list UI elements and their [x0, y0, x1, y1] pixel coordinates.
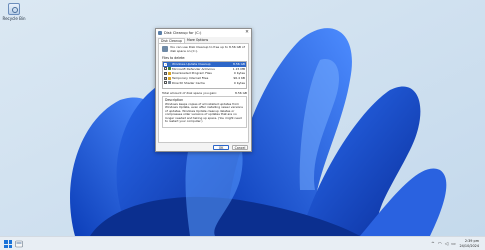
drive-icon: [162, 46, 168, 52]
total-value: 8.56 GB: [234, 91, 247, 95]
clock-date: 24/10/2024: [459, 244, 479, 248]
file-name: Downloaded Program Files: [172, 71, 212, 76]
files-to-delete-label: Files to delete:: [162, 56, 186, 60]
file-row[interactable]: ✓ Temporary Internet Files 96.4 KB: [163, 76, 246, 81]
recycle-bin-icon: [8, 3, 20, 15]
description-group: Description Windows keeps copies of all …: [162, 96, 247, 128]
disk-cleanup-icon: [158, 31, 162, 35]
file-size: 0 bytes: [233, 71, 245, 76]
system-tray: ^ ◠ ◁ ▭ 2:39 pm 24/10/2024: [428, 238, 479, 250]
file-name: DirectX Shader Cache: [172, 80, 205, 85]
ok-button[interactable]: OK: [213, 145, 229, 150]
file-row[interactable]: ✓ Windows Update Cleanup 8.56 GB: [163, 62, 246, 67]
file-name: Windows Update Cleanup: [172, 62, 211, 67]
file-size: 0 bytes: [233, 80, 245, 85]
total-label: Total amount of disk space you gain:: [162, 91, 218, 95]
chevron-up-icon[interactable]: ^: [431, 242, 435, 247]
description-text: Windows keeps copies of all installed up…: [165, 102, 243, 124]
close-button[interactable]: ✕: [243, 29, 251, 37]
file-checkbox[interactable]: ✓: [164, 62, 167, 66]
file-checkbox[interactable]: ✓: [164, 76, 167, 80]
file-type-icon: [168, 71, 171, 75]
file-row[interactable]: DirectX Shader Cache 0 bytes: [163, 80, 246, 85]
battery-icon[interactable]: ▭: [451, 242, 455, 247]
desktop-icon-recycle-bin[interactable]: Recycle Bin: [2, 3, 26, 21]
volume-icon[interactable]: ◁: [445, 242, 448, 247]
dialog-title: Disk Cleanup for (C:): [164, 31, 202, 35]
taskbar-app-icon[interactable]: [15, 240, 23, 248]
cancel-button[interactable]: Cancel: [232, 145, 248, 150]
dialog-titlebar[interactable]: Disk Cleanup for (C:) ✕: [156, 29, 251, 37]
file-checkbox[interactable]: [164, 81, 167, 85]
intro-section: You can use Disk Cleanup to free up to 8…: [162, 45, 247, 53]
desktop-icon-label: Recycle Bin: [2, 16, 26, 21]
files-list[interactable]: ✓ Windows Update Cleanup 8.56 GB Microsoft …: [162, 61, 247, 89]
file-type-icon: [168, 62, 171, 66]
file-name: Temporary Internet Files: [172, 76, 209, 81]
file-type-icon: [168, 76, 171, 80]
file-size: 96.4 KB: [233, 76, 245, 81]
tab-panel: You can use Disk Cleanup to free up to 8…: [158, 43, 249, 143]
total-space-row: Total amount of disk space you gain: 8.5…: [162, 91, 247, 95]
taskbar: ^ ◠ ◁ ▭ 2:39 pm 24/10/2024: [0, 236, 485, 250]
file-row[interactable]: Microsoft Defender Antivirus 1.15 MB: [163, 67, 246, 72]
file-row[interactable]: ✓ Downloaded Program Files 0 bytes: [163, 71, 246, 76]
file-checkbox[interactable]: [164, 67, 167, 71]
file-size: 8.56 GB: [232, 62, 245, 67]
file-size: 1.15 MB: [232, 66, 245, 71]
file-type-icon: [168, 81, 171, 85]
network-icon[interactable]: ◠: [438, 242, 442, 247]
clock[interactable]: 2:39 pm 24/10/2024: [459, 239, 479, 248]
file-checkbox[interactable]: ✓: [164, 71, 167, 75]
file-type-icon: [168, 67, 171, 71]
disk-cleanup-dialog: Disk Cleanup for (C:) ✕ Disk Cleanup Mor…: [155, 28, 252, 152]
file-name: Microsoft Defender Antivirus: [172, 66, 215, 71]
start-button[interactable]: [4, 240, 12, 248]
intro-text: You can use Disk Cleanup to free up to 8…: [170, 45, 245, 53]
